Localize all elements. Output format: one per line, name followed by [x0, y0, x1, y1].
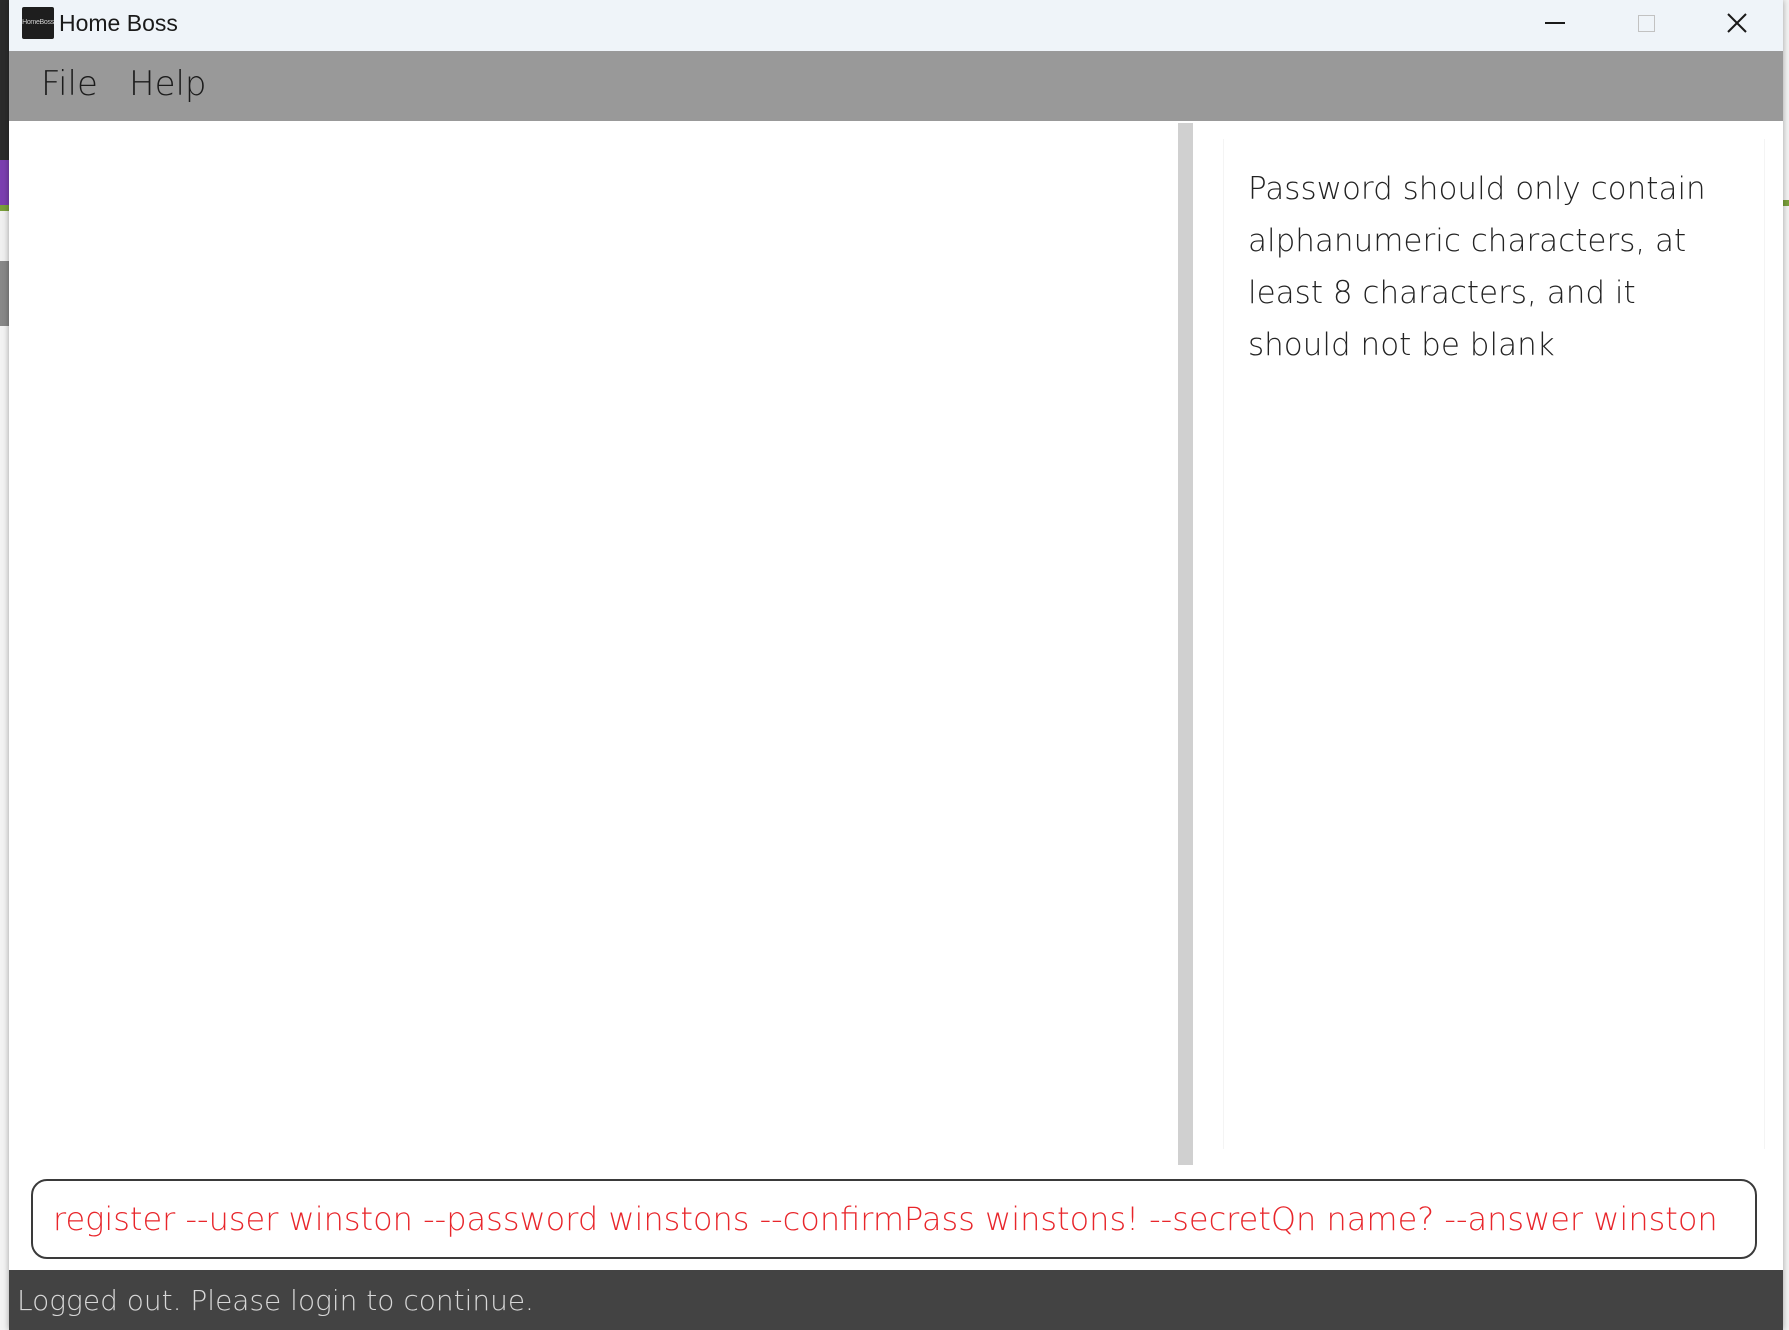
pane-divider[interactable]: [1178, 123, 1193, 1165]
list-panel: [9, 121, 1177, 1165]
desktop-background-right: [1783, 0, 1789, 1330]
close-button[interactable]: [1691, 0, 1783, 46]
maximize-button[interactable]: [1600, 0, 1692, 46]
minimize-button[interactable]: [1509, 0, 1601, 46]
menu-file[interactable]: File: [41, 64, 98, 104]
minimize-icon: [1545, 22, 1565, 24]
app-logo-icon: HomeBoss: [22, 7, 54, 39]
close-icon: [1727, 13, 1747, 33]
command-area: [9, 1165, 1783, 1270]
menu-help[interactable]: Help: [129, 64, 207, 104]
maximize-icon: [1637, 14, 1655, 32]
result-panel: Password should only contain alphanumeri…: [1193, 121, 1783, 1165]
result-display: Password should only contain alphanumeri…: [1223, 139, 1765, 1149]
command-input[interactable]: [53, 1193, 1733, 1245]
app-window: HomeBoss Home Boss File Help Password sh…: [9, 0, 1783, 1330]
result-message: Password should only contain alphanumeri…: [1248, 171, 1706, 363]
command-box[interactable]: [31, 1179, 1757, 1259]
status-text: Logged out. Please login to continue.: [17, 1284, 534, 1317]
window-title: Home Boss: [59, 10, 178, 36]
menu-bar: File Help: [9, 51, 1783, 121]
title-bar[interactable]: HomeBoss Home Boss: [9, 0, 1783, 51]
status-bar: Logged out. Please login to continue.: [9, 1270, 1783, 1330]
